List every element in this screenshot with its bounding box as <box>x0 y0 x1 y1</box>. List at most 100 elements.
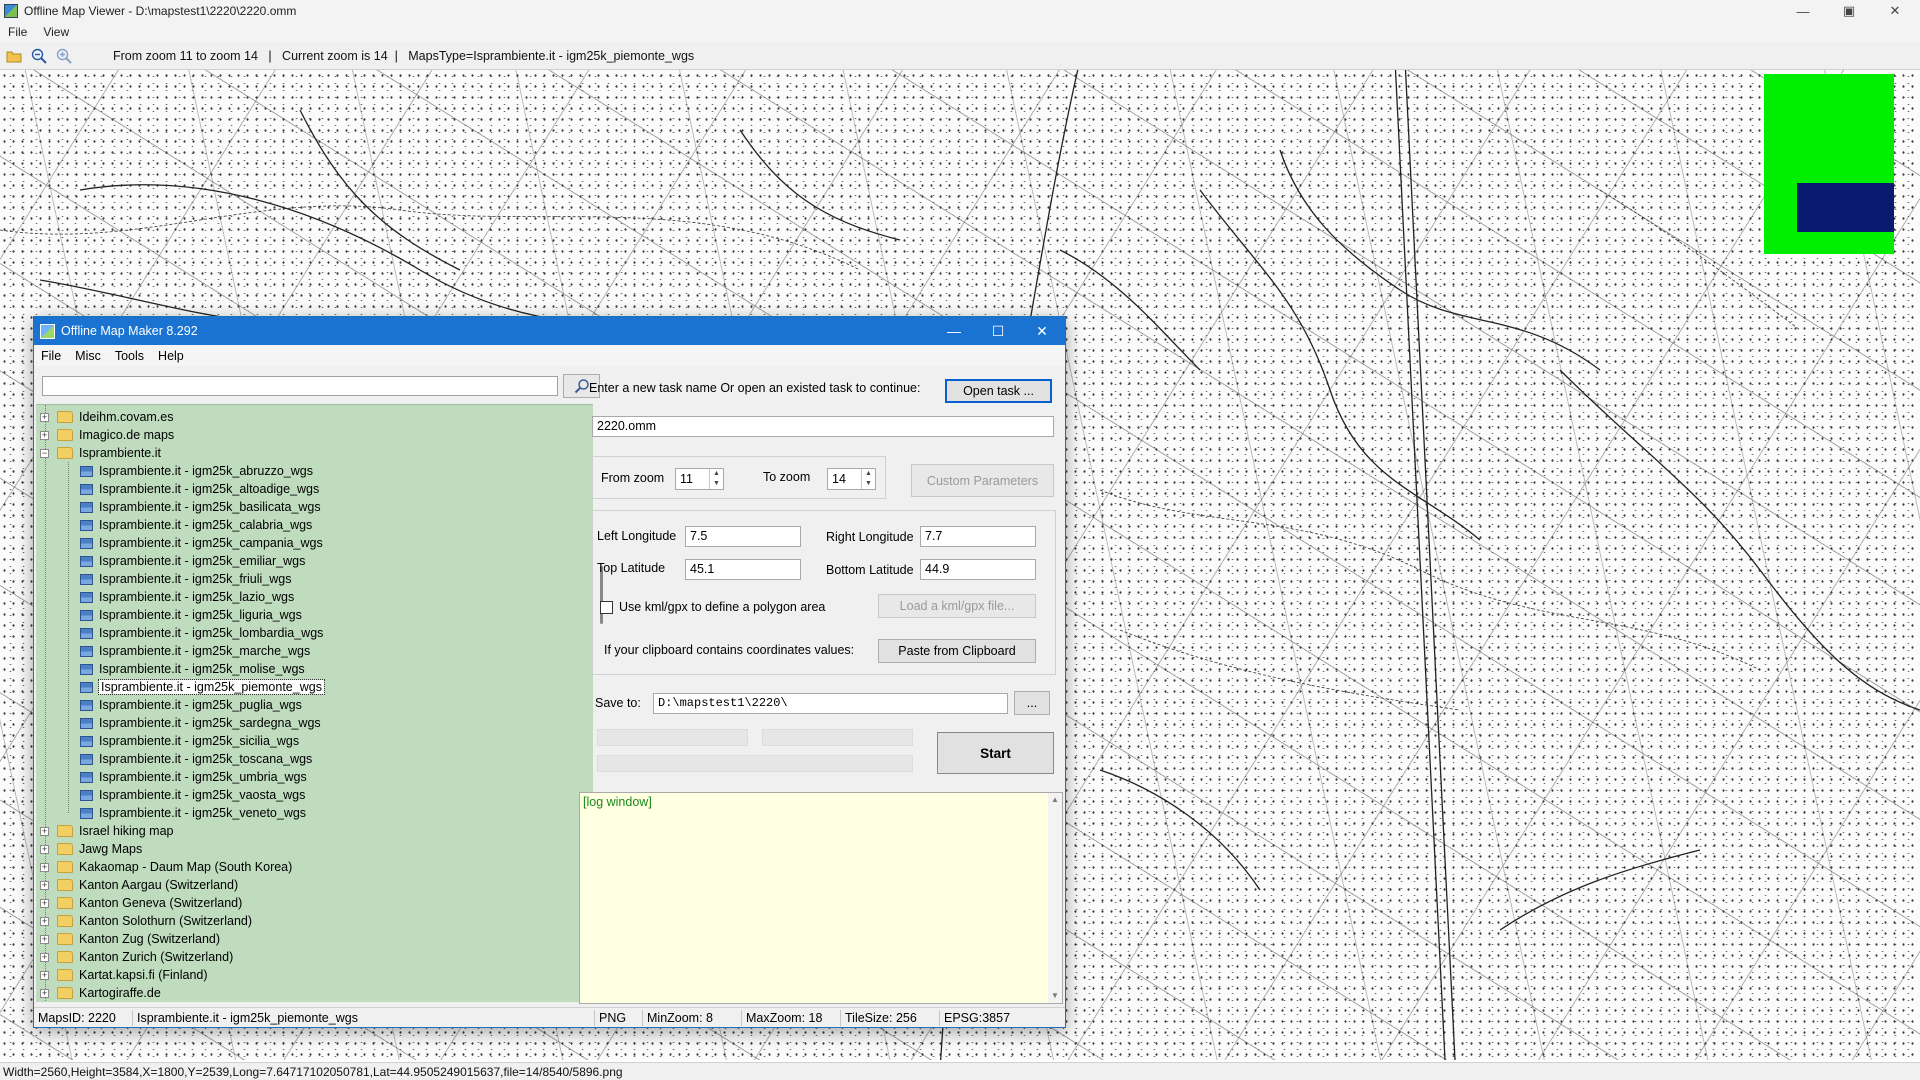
tree-item-label: Kanton Geneva (Switzerland) <box>79 896 243 910</box>
tree-map-item[interactable]: Isprambiente.it - igm25k_toscana_wgs <box>80 750 312 768</box>
spin-up-icon[interactable]: ▲ <box>862 469 875 479</box>
log-window[interactable]: [log window] ▲ ▼ <box>579 792 1063 1004</box>
tree-folder-item[interactable]: + Kanton Geneva (Switzerland) <box>40 894 242 912</box>
tree-map-item[interactable]: Isprambiente.it - igm25k_friuli_wgs <box>80 570 291 588</box>
tree-map-item[interactable]: Isprambiente.it - igm25k_veneto_wgs <box>80 804 306 822</box>
tree-folder-item[interactable]: + Kanton Solothurn (Switzerland) <box>40 912 252 930</box>
expand-icon[interactable]: + <box>40 988 49 998</box>
spin-down-icon[interactable]: ▼ <box>862 479 875 489</box>
tree-folder-item[interactable]: + Israel hiking map <box>40 822 174 840</box>
status-maps-id: MapsID: 2220 <box>38 1011 116 1025</box>
right-longitude-field[interactable]: 7.7 <box>920 526 1036 547</box>
search-input[interactable] <box>42 376 558 396</box>
omm-minimize-icon[interactable]: — <box>932 317 976 345</box>
tree-folder-item[interactable]: + Kanton Zurich (Switzerland) <box>40 948 233 966</box>
tree-item-label: Isprambiente.it - igm25k_piemonte_wgs <box>98 679 325 695</box>
tree-map-item[interactable]: Isprambiente.it - igm25k_sicilia_wgs <box>80 732 299 750</box>
minimize-icon[interactable]: — <box>1780 0 1826 22</box>
viewer-toolbar: From zoom 11 to zoom 14 | Current zoom i… <box>0 42 1920 70</box>
open-folder-icon[interactable] <box>3 45 25 67</box>
omm-menu-help[interactable]: Help <box>151 349 191 363</box>
save-path-field[interactable]: D:\mapstest1\2220\ <box>653 693 1008 714</box>
tree-folder-item[interactable]: + Kartat.kapsi.fi (Finland) <box>40 966 208 984</box>
expand-icon[interactable]: + <box>40 430 49 440</box>
tree-map-item[interactable]: Isprambiente.it - igm25k_lazio_wgs <box>80 588 294 606</box>
expand-icon[interactable]: + <box>40 934 49 944</box>
folder-icon <box>57 933 73 945</box>
tree-map-item[interactable]: Isprambiente.it - igm25k_marche_wgs <box>80 642 310 660</box>
tree-map-item[interactable]: Isprambiente.it - igm25k_lombardia_wgs <box>80 624 323 642</box>
tree-item-label: Ideihm.covam.es <box>79 410 174 424</box>
tree-map-item[interactable]: Isprambiente.it - igm25k_calabria_wgs <box>80 516 312 534</box>
to-zoom-spinner[interactable]: 14 ▲ ▼ <box>827 468 876 490</box>
omm-menu-file[interactable]: File <box>34 349 68 363</box>
overview-viewport[interactable] <box>1797 183 1894 232</box>
zoom-out-icon[interactable] <box>28 45 50 67</box>
load-kml-button[interactable]: Load a kml/gpx file... <box>878 594 1036 618</box>
tree-map-item[interactable]: Isprambiente.it - igm25k_campania_wgs <box>80 534 323 552</box>
tree-folder-item[interactable]: + Kartogiraffe.de <box>40 984 161 1002</box>
map-layer-icon <box>80 663 93 675</box>
map-layer-icon <box>80 519 93 531</box>
start-button[interactable]: Start <box>937 732 1054 774</box>
tree-map-item[interactable]: Isprambiente.it - igm25k_molise_wgs <box>80 660 305 678</box>
spin-up-icon[interactable]: ▲ <box>710 469 723 479</box>
omm-maximize-icon[interactable]: ☐ <box>976 317 1020 345</box>
tree-folder-item[interactable]: + Ideihm.covam.es <box>40 408 173 426</box>
tree-map-item[interactable]: Isprambiente.it - igm25k_abruzzo_wgs <box>80 462 313 480</box>
tree-map-item[interactable]: Isprambiente.it - igm25k_sardegna_wgs <box>80 714 321 732</box>
map-type-tree[interactable]: + Ideihm.covam.es + Imagico.de maps − Ispramb… <box>36 404 593 1002</box>
tree-item-label: Isprambiente.it - igm25k_umbria_wgs <box>99 770 307 784</box>
expand-icon[interactable]: + <box>40 916 49 926</box>
top-latitude-field[interactable]: 45.1 <box>685 559 801 580</box>
scroll-up-icon[interactable]: ▲ <box>1048 793 1062 807</box>
task-name-field[interactable]: 2220.omm <box>592 416 1054 437</box>
tree-map-item[interactable]: Isprambiente.it - igm25k_puglia_wgs <box>80 696 302 714</box>
tree-map-item[interactable]: Isprambiente.it - igm25k_altoadige_wgs <box>80 480 319 498</box>
expand-icon[interactable]: + <box>40 952 49 962</box>
tree-item-label: Isprambiente.it - igm25k_vaosta_wgs <box>99 788 306 802</box>
expand-icon[interactable]: + <box>40 880 49 890</box>
tree-map-item[interactable]: Isprambiente.it - igm25k_vaosta_wgs <box>80 786 305 804</box>
tree-folder-item[interactable]: + Jawg Maps <box>40 840 142 858</box>
left-longitude-field[interactable]: 7.5 <box>685 526 801 547</box>
tree-map-item[interactable]: Isprambiente.it - igm25k_liguria_wgs <box>80 606 302 624</box>
scroll-down-icon[interactable]: ▼ <box>1048 989 1062 1003</box>
custom-parameters-button[interactable]: Custom Parameters <box>911 464 1054 497</box>
expand-icon[interactable]: + <box>40 898 49 908</box>
tree-map-item[interactable]: Isprambiente.it - igm25k_basilicata_wgs <box>80 498 321 516</box>
expand-icon[interactable]: + <box>40 826 49 836</box>
kml-checkbox[interactable] <box>600 601 613 614</box>
from-zoom-spinner[interactable]: 11 ▲ ▼ <box>675 468 724 490</box>
spin-down-icon[interactable]: ▼ <box>710 479 723 489</box>
open-task-button[interactable]: Open task ... <box>945 379 1052 403</box>
tree-folder-item[interactable]: + Kanton Zug (Switzerland) <box>40 930 220 948</box>
omm-menu-misc[interactable]: Misc <box>68 349 108 363</box>
omm-titlebar[interactable]: Offline Map Maker 8.292 — ☐ ✕ <box>34 317 1065 345</box>
zoom-in-icon[interactable] <box>53 45 75 67</box>
browse-button[interactable]: ... <box>1014 691 1050 715</box>
progress-bar-1 <box>597 729 748 746</box>
maximize-icon[interactable]: ▣ <box>1826 0 1872 22</box>
log-scrollbar[interactable]: ▲ ▼ <box>1048 793 1062 1003</box>
menu-file[interactable]: File <box>0 25 35 39</box>
tree-map-item[interactable]: Isprambiente.it - igm25k_emiliar_wgs <box>80 552 305 570</box>
paste-clipboard-button[interactable]: Paste from Clipboard <box>878 639 1036 663</box>
close-icon[interactable]: ✕ <box>1872 0 1918 22</box>
menu-view[interactable]: View <box>35 25 77 39</box>
expand-icon[interactable]: + <box>40 970 49 980</box>
bottom-latitude-field[interactable]: 44.9 <box>920 559 1036 580</box>
expand-icon[interactable]: + <box>40 412 49 422</box>
omm-close-icon[interactable]: ✕ <box>1020 317 1064 345</box>
expand-icon[interactable]: + <box>40 862 49 872</box>
tree-item-label: Kartogiraffe.de <box>79 986 161 1000</box>
tree-map-item[interactable]: Isprambiente.it - igm25k_umbria_wgs <box>80 768 307 786</box>
tree-folder-item[interactable]: + Kakaomap - Daum Map (South Korea) <box>40 858 292 876</box>
tree-map-item[interactable]: Isprambiente.it - igm25k_piemonte_wgs <box>80 678 325 696</box>
tree-folder-item[interactable]: − Isprambiente.it <box>40 444 161 462</box>
expand-icon[interactable]: + <box>40 844 49 854</box>
collapse-icon[interactable]: − <box>40 448 49 458</box>
omm-menu-tools[interactable]: Tools <box>108 349 151 363</box>
tree-folder-item[interactable]: + Kanton Aargau (Switzerland) <box>40 876 238 894</box>
tree-folder-item[interactable]: + Imagico.de maps <box>40 426 174 444</box>
